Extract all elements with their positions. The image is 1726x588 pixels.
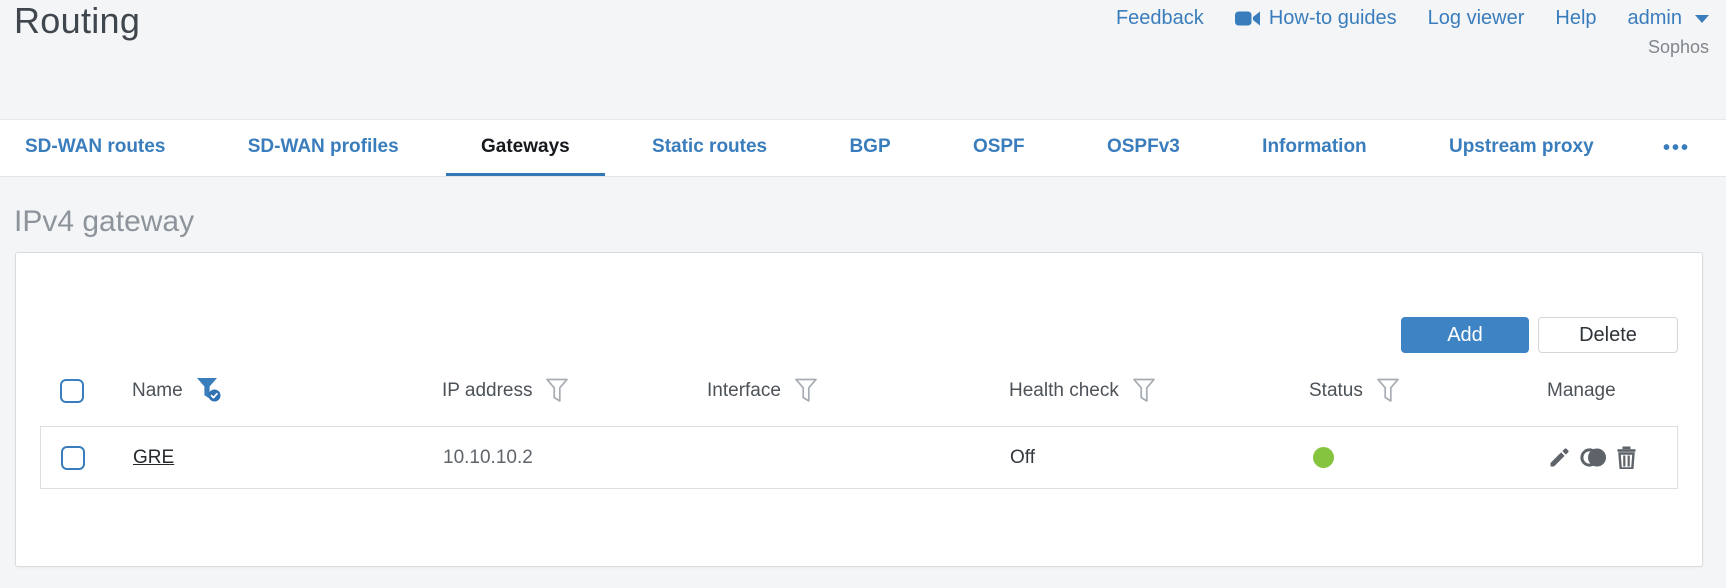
add-button[interactable]: Add: [1401, 317, 1529, 353]
ip-address-cell: 10.10.10.2: [443, 446, 533, 468]
table-header-row: Name IP address Interface Health check S…: [40, 369, 1678, 413]
brand-label: Sophos: [1647, 37, 1709, 57]
user-menu[interactable]: admin: [1628, 7, 1709, 30]
gateway-name-cell: GRE: [133, 447, 443, 469]
table-body: GRE 10.10.10.2 Off: [40, 426, 1678, 489]
tab-static-routes[interactable]: Static routes: [617, 120, 802, 176]
delete-trash-icon[interactable]: [1616, 446, 1637, 469]
filter-active-icon[interactable]: [196, 377, 222, 405]
gateway-name-link[interactable]: GRE: [133, 447, 174, 468]
video-camera-icon: [1234, 10, 1260, 27]
feedback-link[interactable]: Feedback: [1116, 7, 1204, 30]
top-right-area: Feedback How-to guides Log viewer Help a…: [1116, 7, 1709, 58]
help-link[interactable]: Help: [1555, 7, 1596, 30]
select-all-checkbox[interactable]: [60, 379, 84, 403]
column-header-name: Name: [132, 377, 442, 405]
more-tabs-button[interactable]: •••: [1641, 120, 1712, 176]
manage-cell: [1548, 446, 1677, 469]
section-heading: IPv4 gateway: [14, 205, 195, 238]
filter-icon[interactable]: [1376, 378, 1400, 404]
column-header-health-check: Health check: [1009, 378, 1309, 404]
filter-icon[interactable]: [545, 378, 569, 404]
tab-bgp[interactable]: BGP: [814, 120, 925, 176]
tab-ospf[interactable]: OSPF: [938, 120, 1060, 176]
edit-pencil-icon[interactable]: [1548, 446, 1571, 469]
tab-upstream-proxy[interactable]: Upstream proxy: [1414, 120, 1629, 176]
tab-bar: SD-WAN routes SD-WAN profiles Gateways S…: [0, 119, 1726, 177]
how-to-guides-link[interactable]: How-to guides: [1234, 7, 1397, 30]
delete-button[interactable]: Delete: [1538, 317, 1678, 353]
page-header: Routing Feedback How-to guides Log viewe…: [0, 0, 1726, 119]
gateway-table-panel: Add Delete Name IP address Interface Hea…: [15, 252, 1703, 567]
column-header-interface: Interface: [707, 378, 1009, 404]
filter-icon[interactable]: [794, 378, 818, 404]
tab-gateways[interactable]: Gateways: [445, 120, 605, 176]
clone-icon[interactable]: [1580, 446, 1607, 469]
status-cell: [1310, 447, 1548, 468]
column-header-manage: Manage: [1547, 380, 1616, 401]
top-nav: Feedback How-to guides Log viewer Help a…: [1116, 7, 1709, 30]
column-header-status: Status: [1309, 378, 1547, 404]
health-check-cell: Off: [1010, 446, 1035, 468]
table-toolbar: Add Delete: [1401, 317, 1678, 353]
row-checkbox[interactable]: [61, 445, 85, 470]
column-header-ip-address: IP address: [442, 378, 707, 404]
tab-sd-wan-routes[interactable]: SD-WAN routes: [0, 120, 200, 176]
page-title: Routing: [14, 0, 141, 41]
log-viewer-link[interactable]: Log viewer: [1428, 7, 1525, 30]
tab-sd-wan-profiles[interactable]: SD-WAN profiles: [213, 120, 434, 176]
table-row: GRE 10.10.10.2 Off: [41, 427, 1677, 488]
tab-information[interactable]: Information: [1227, 120, 1402, 176]
status-green-dot: [1313, 447, 1334, 468]
chevron-down-icon: [1695, 14, 1709, 23]
tab-ospfv3[interactable]: OSPFv3: [1072, 120, 1215, 176]
filter-icon[interactable]: [1132, 378, 1156, 404]
